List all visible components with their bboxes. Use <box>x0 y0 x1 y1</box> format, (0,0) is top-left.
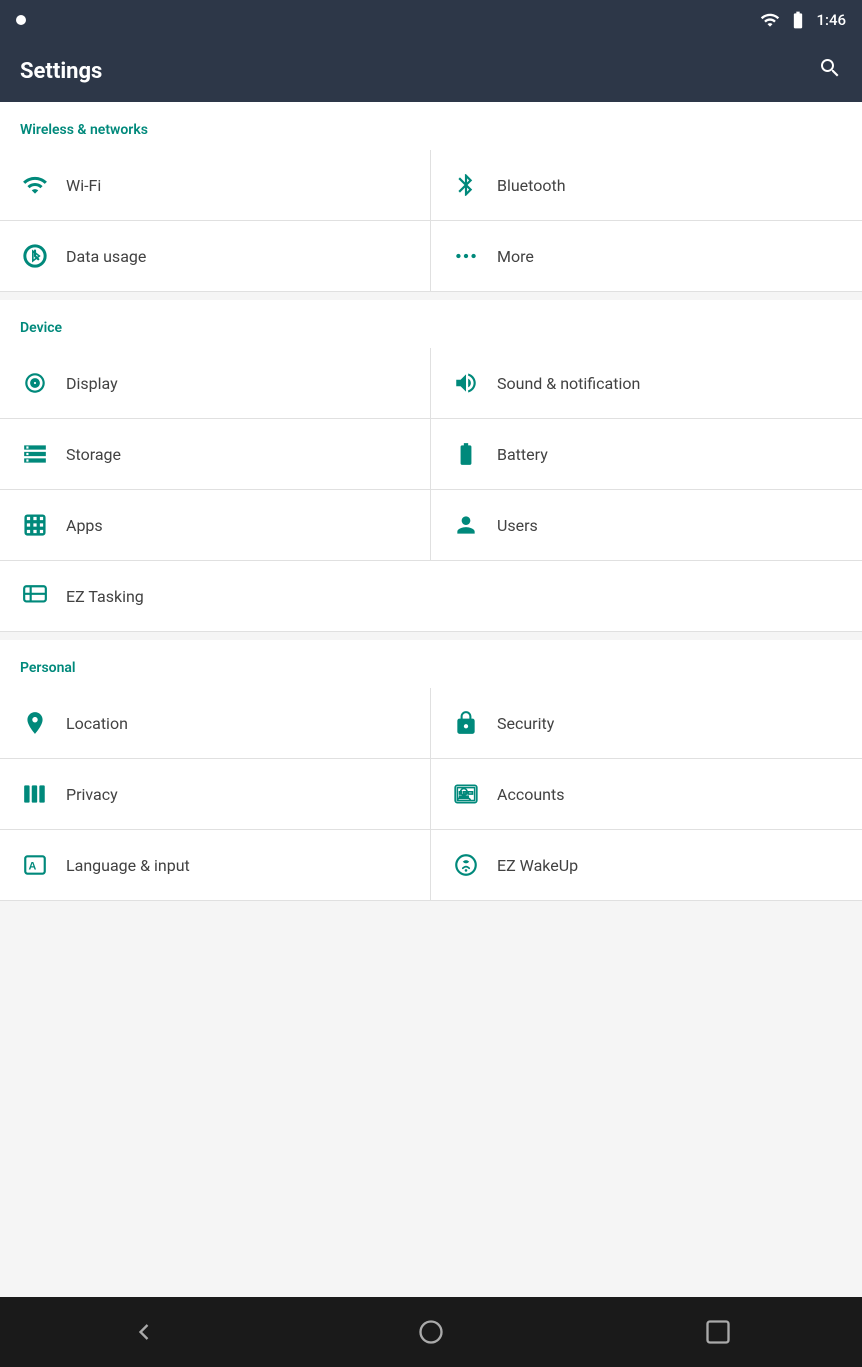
wifi-icon <box>20 170 50 200</box>
security-icon <box>451 708 481 738</box>
language-icon: A <box>20 850 50 880</box>
personal-grid: Location Security Privacy <box>0 688 862 901</box>
privacy-icon <box>20 779 50 809</box>
settings-item-accounts[interactable]: Accounts <box>431 759 862 830</box>
svg-text:A: A <box>29 860 37 872</box>
settings-item-users[interactable]: Users <box>431 490 862 561</box>
recents-button[interactable] <box>684 1308 752 1356</box>
settings-item-bluetooth[interactable]: Bluetooth <box>431 150 862 221</box>
ez-wakeup-icon <box>451 850 481 880</box>
section-wireless-title: Wireless & networks <box>0 118 862 150</box>
section-personal-title: Personal <box>0 656 862 688</box>
display-label: Display <box>66 374 118 393</box>
page-title: Settings <box>20 59 102 84</box>
data-usage-icon <box>20 241 50 271</box>
ez-wakeup-label: EZ WakeUp <box>497 856 578 875</box>
section-personal: Personal Location Security <box>0 640 862 901</box>
settings-item-sound[interactable]: Sound & notification <box>431 348 862 419</box>
section-device: Device Display Sound & notification Stor… <box>0 300 862 632</box>
privacy-label: Privacy <box>66 785 118 804</box>
settings-item-wifi[interactable]: Wi-Fi <box>0 150 431 221</box>
status-bar: 1:46 <box>0 0 862 40</box>
ez-tasking-icon <box>20 581 50 611</box>
bluetooth-icon <box>451 170 481 200</box>
ez-tasking-label: EZ Tasking <box>66 587 144 606</box>
search-button[interactable] <box>818 56 842 86</box>
wireless-grid: Wi-Fi Bluetooth Data usage More <box>0 150 862 292</box>
location-label: Location <box>66 714 128 733</box>
accounts-label: Accounts <box>497 785 564 804</box>
more-icon <box>451 241 481 271</box>
bottom-navigation <box>0 1297 862 1367</box>
wifi-status-icon <box>760 10 780 30</box>
home-button[interactable] <box>397 1308 465 1356</box>
location-icon <box>20 708 50 738</box>
wifi-label: Wi-Fi <box>66 176 101 195</box>
settings-item-ez-tasking[interactable]: EZ Tasking <box>0 561 862 632</box>
settings-item-privacy[interactable]: Privacy <box>0 759 431 830</box>
settings-item-security[interactable]: Security <box>431 688 862 759</box>
status-bar-right: 1:46 <box>760 10 846 30</box>
apps-label: Apps <box>66 516 103 535</box>
status-bar-left <box>16 15 26 25</box>
settings-item-display[interactable]: Display <box>0 348 431 419</box>
language-label: Language & input <box>66 856 190 875</box>
more-label: More <box>497 247 534 266</box>
app-header: Settings <box>0 40 862 102</box>
section-wireless: Wireless & networks Wi-Fi Bluetooth Data… <box>0 102 862 292</box>
time-display: 1:46 <box>816 11 846 29</box>
data-usage-label: Data usage <box>66 247 146 266</box>
users-label: Users <box>497 516 538 535</box>
settings-item-ez-wakeup[interactable]: EZ WakeUp <box>431 830 862 901</box>
battery-icon <box>451 439 481 469</box>
back-button[interactable] <box>110 1308 178 1356</box>
settings-item-storage[interactable]: Storage <box>0 419 431 490</box>
storage-icon <box>20 439 50 469</box>
security-label: Security <box>497 714 554 733</box>
notification-dot <box>16 15 26 25</box>
settings-item-battery[interactable]: Battery <box>431 419 862 490</box>
users-icon <box>451 510 481 540</box>
sound-label: Sound & notification <box>497 374 640 393</box>
apps-icon <box>20 510 50 540</box>
settings-item-data-usage[interactable]: Data usage <box>0 221 431 292</box>
settings-item-language[interactable]: A Language & input <box>0 830 431 901</box>
settings-item-location[interactable]: Location <box>0 688 431 759</box>
settings-item-more[interactable]: More <box>431 221 862 292</box>
storage-label: Storage <box>66 445 121 464</box>
accounts-icon <box>451 779 481 809</box>
bluetooth-label: Bluetooth <box>497 176 566 195</box>
battery-status-icon <box>788 10 808 30</box>
section-device-title: Device <box>0 316 862 348</box>
sound-icon <box>451 368 481 398</box>
display-icon <box>20 368 50 398</box>
settings-item-apps[interactable]: Apps <box>0 490 431 561</box>
battery-label: Battery <box>497 445 548 464</box>
main-content: Wireless & networks Wi-Fi Bluetooth Data… <box>0 102 862 1297</box>
device-grid: Display Sound & notification Storage Bat… <box>0 348 862 632</box>
